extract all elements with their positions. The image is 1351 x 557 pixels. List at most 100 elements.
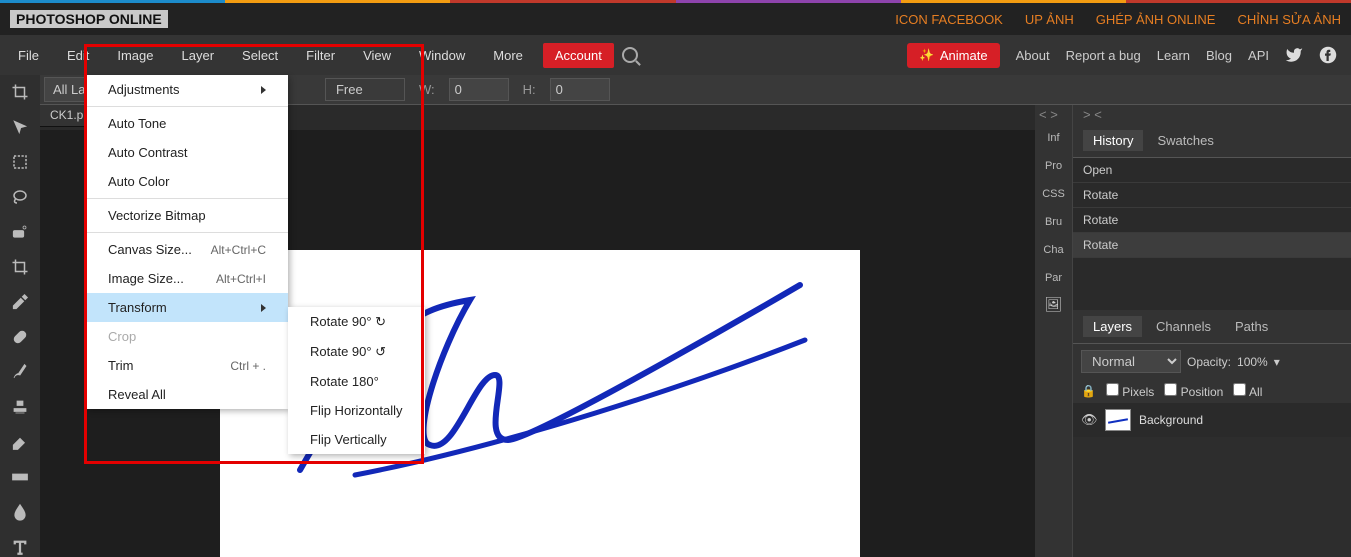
menu-view[interactable]: View <box>349 38 405 73</box>
link-chinh-sua[interactable]: CHỈNH SỬA ẢNH <box>1237 12 1341 27</box>
brand-label: PHOTOSHOP ONLINE <box>10 10 168 28</box>
link-report[interactable]: Report a bug <box>1066 48 1141 63</box>
quick-select-tool-icon[interactable] <box>8 221 32 242</box>
menu-bar: File Edit Image Layer Select Filter View… <box>0 35 1351 75</box>
image-dropdown: Adjustments Auto Tone Auto Contrast Auto… <box>86 75 288 409</box>
history-row[interactable]: Rotate <box>1073 233 1351 258</box>
blend-mode-select[interactable]: Normal <box>1081 350 1181 373</box>
transform-rotate-180[interactable]: Rotate 180° <box>288 367 425 396</box>
lock-icon: 🔒 <box>1081 384 1096 398</box>
gradient-tool-icon[interactable] <box>8 466 32 487</box>
link-ghep-anh[interactable]: GHÉP ẢNH ONLINE <box>1096 12 1216 27</box>
transform-flip-v[interactable]: Flip Vertically <box>288 425 425 454</box>
crop-tool-icon[interactable] <box>8 81 32 102</box>
image-crop: Crop <box>86 322 288 351</box>
transform-rotate-90-cw[interactable]: Rotate 90° ↻ <box>288 307 425 337</box>
image-vectorize[interactable]: Vectorize Bitmap <box>86 201 288 230</box>
site-header: PHOTOSHOP ONLINE ICON FACEBOOK UP ẢNH GH… <box>0 3 1351 35</box>
h-field[interactable]: 0 <box>550 78 610 101</box>
tab-layers[interactable]: Layers <box>1083 316 1142 337</box>
sidetab-par[interactable]: Par <box>1035 264 1072 292</box>
history-row[interactable]: Open <box>1073 158 1351 183</box>
twitter-icon[interactable] <box>1285 46 1303 64</box>
link-about[interactable]: About <box>1016 48 1050 63</box>
history-row[interactable]: Rotate <box>1073 183 1351 208</box>
menu-more[interactable]: More <box>479 38 537 73</box>
menu-account[interactable]: Account <box>543 43 614 68</box>
animate-label: Animate <box>940 48 988 63</box>
image-reveal-all[interactable]: Reveal All <box>86 380 288 409</box>
image-auto-color[interactable]: Auto Color <box>86 167 288 196</box>
menu-window[interactable]: Window <box>405 38 479 73</box>
tab-paths[interactable]: Paths <box>1225 316 1278 337</box>
marquee-tool-icon[interactable] <box>8 151 32 172</box>
sidetab-cha[interactable]: Cha <box>1035 236 1072 264</box>
eyedropper-tool-icon[interactable] <box>8 291 32 312</box>
image-image-size[interactable]: Image Size...Alt+Ctrl+I <box>86 264 288 293</box>
menu-edit[interactable]: Edit <box>53 38 103 73</box>
type-tool-icon[interactable] <box>8 536 32 557</box>
history-row[interactable]: Rotate <box>1073 208 1351 233</box>
crop2-tool-icon[interactable] <box>8 256 32 277</box>
facebook-icon[interactable] <box>1319 46 1337 64</box>
animate-button[interactable]: ✨ Animate <box>907 43 1000 68</box>
image-adjustments[interactable]: Adjustments <box>86 75 288 104</box>
opacity-chevron-icon[interactable]: ▾ <box>1274 355 1280 369</box>
menu-layer[interactable]: Layer <box>168 38 229 73</box>
image-trim[interactable]: TrimCtrl + . <box>86 351 288 380</box>
heal-tool-icon[interactable] <box>8 326 32 347</box>
panel-arrows[interactable]: > < <box>1073 105 1351 124</box>
transform-submenu: Rotate 90° ↻ Rotate 90° ↺ Rotate 180° Fl… <box>288 307 425 454</box>
image-canvas-size[interactable]: Canvas Size...Alt+Ctrl+C <box>86 235 288 264</box>
opacity-value[interactable]: 100% <box>1237 355 1268 369</box>
menu-image[interactable]: Image <box>103 38 167 73</box>
tab-swatches[interactable]: Swatches <box>1147 130 1223 151</box>
eraser-tool-icon[interactable] <box>8 431 32 452</box>
sidetab-pro[interactable]: Pro <box>1035 152 1072 180</box>
layer-row[interactable]: 👁 Background <box>1073 403 1351 437</box>
lock-pixels[interactable]: Pixels <box>1106 383 1154 399</box>
sparkle-icon: ✨ <box>919 48 934 62</box>
image-auto-tone[interactable]: Auto Tone <box>86 109 288 138</box>
layers-panel-head: Layers Channels Paths <box>1073 310 1351 344</box>
visibility-icon[interactable]: 👁 <box>1081 412 1097 428</box>
aspect-free[interactable]: Free <box>325 78 405 101</box>
blur-tool-icon[interactable] <box>8 501 32 522</box>
link-blog[interactable]: Blog <box>1206 48 1232 63</box>
search-icon[interactable] <box>622 47 638 63</box>
lock-position[interactable]: Position <box>1164 383 1223 399</box>
transform-rotate-90-ccw[interactable]: Rotate 90° ↺ <box>288 337 425 367</box>
right-column: < > Inf Pro CSS Bru Cha Par 🖼 > < Histor… <box>1035 105 1351 557</box>
link-up-anh[interactable]: UP ẢNH <box>1025 12 1074 27</box>
sidetab-bru[interactable]: Bru <box>1035 208 1072 236</box>
menu-select[interactable]: Select <box>228 38 292 73</box>
image-transform[interactable]: Transform <box>86 293 288 322</box>
sidetab-css[interactable]: CSS <box>1035 180 1072 208</box>
link-api[interactable]: API <box>1248 48 1269 63</box>
menu-filter[interactable]: Filter <box>292 38 349 73</box>
side-tabs: < > Inf Pro CSS Bru Cha Par 🖼 <box>1035 105 1073 557</box>
link-icon-facebook[interactable]: ICON FACEBOOK <box>895 12 1003 27</box>
image-icon[interactable]: 🖼 <box>1035 296 1072 313</box>
chevron-right-icon <box>261 304 266 312</box>
link-learn[interactable]: Learn <box>1157 48 1190 63</box>
top-links: ICON FACEBOOK UP ẢNH GHÉP ẢNH ONLINE CHỈ… <box>895 12 1341 27</box>
sidetab-inf[interactable]: Inf <box>1035 124 1072 152</box>
lock-all[interactable]: All <box>1233 383 1262 399</box>
sidetab-arrows[interactable]: < > <box>1035 105 1072 124</box>
image-auto-contrast[interactable]: Auto Contrast <box>86 138 288 167</box>
brush-tool-icon[interactable] <box>8 361 32 382</box>
tool-bar <box>0 75 40 557</box>
label: Adjustments <box>108 82 180 97</box>
tab-channels[interactable]: Channels <box>1146 316 1221 337</box>
history-list: Open Rotate Rotate Rotate <box>1073 158 1351 258</box>
stamp-tool-icon[interactable] <box>8 396 32 417</box>
transform-flip-h[interactable]: Flip Horizontally <box>288 396 425 425</box>
opacity-label: Opacity: <box>1187 355 1231 369</box>
w-label: W: <box>419 82 435 97</box>
lasso-tool-icon[interactable] <box>8 186 32 207</box>
move-tool-icon[interactable] <box>8 116 32 137</box>
tab-history[interactable]: History <box>1083 130 1143 151</box>
w-field[interactable]: 0 <box>449 78 509 101</box>
menu-file[interactable]: File <box>4 38 53 73</box>
